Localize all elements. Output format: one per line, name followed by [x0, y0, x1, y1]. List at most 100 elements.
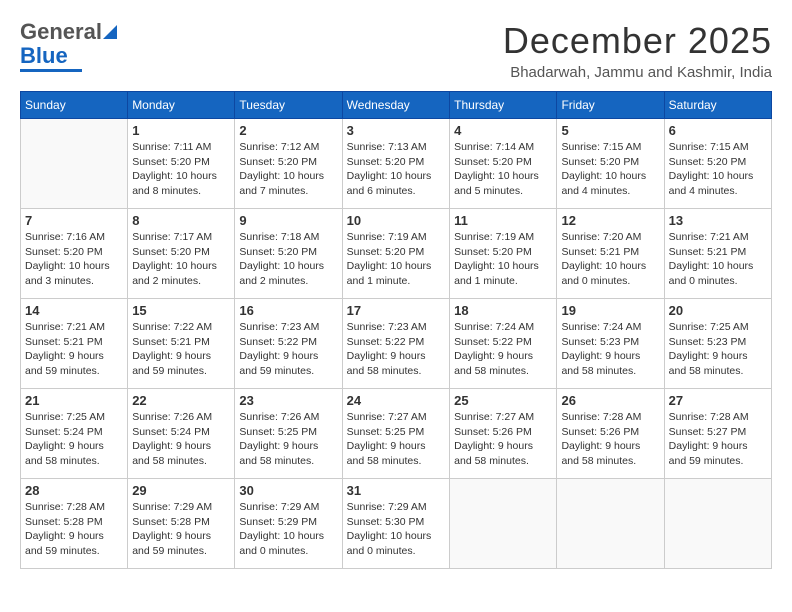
- calendar-cell: 18Sunrise: 7:24 AM Sunset: 5:22 PM Dayli…: [450, 299, 557, 389]
- day-header-friday: Friday: [557, 92, 664, 119]
- calendar-cell: 12 Sunrise: 7:20 AM Sunset: 5:21 PM Dayli…: [557, 209, 664, 299]
- calendar-cell: 19 Sunrise: 7:24 AM Sunset: 5:23 PM Dayli…: [557, 299, 664, 389]
- calendar-cell: [450, 479, 557, 569]
- day-info: Sunrise: 7:28 AM Sunset: 5:27 PM Dayligh…: [669, 410, 767, 469]
- day-info: Sunrise: 7:28 AM Sunset: 5:28 PM Dayligh…: [25, 500, 123, 559]
- day-info: Sunrise: 7:25 AM Sunset: 5:23 PM Dayligh…: [669, 320, 767, 379]
- day-number: 20: [669, 303, 767, 318]
- day-info: Sunrise: 7:19 AM Sunset: 5:20 PM Dayligh…: [347, 230, 446, 289]
- page-header: General Blue December 2025 Bhadarwah, Ja…: [20, 20, 772, 81]
- day-info: Sunrise: 7:17 AM Sunset: 5:20 PM Dayligh…: [132, 230, 230, 289]
- day-number: 15: [132, 303, 230, 318]
- day-info: Sunrise: 7:14 AM Sunset: 5:20 PM Dayligh…: [454, 140, 552, 199]
- day-info: Sunrise: 7:12 AM Sunset: 5:20 PM Dayligh…: [239, 140, 337, 199]
- day-number: 5: [561, 123, 659, 138]
- calendar-cell: 10 Sunrise: 7:19 AM Sunset: 5:20 PM Dayli…: [342, 209, 450, 299]
- day-info: Sunrise: 7:15 AM Sunset: 5:20 PM Dayligh…: [669, 140, 767, 199]
- day-header-thursday: Thursday: [450, 92, 557, 119]
- day-header-wednesday: Wednesday: [342, 92, 450, 119]
- day-number: 29: [132, 483, 230, 498]
- logo-underline: [20, 69, 82, 72]
- calendar-cell: 25 Sunrise: 7:27 AM Sunset: 5:26 PM Dayli…: [450, 389, 557, 479]
- day-number: 18: [454, 303, 552, 318]
- day-info: Sunrise: 7:18 AM Sunset: 5:20 PM Dayligh…: [239, 230, 337, 289]
- day-info: Sunrise: 7:22 AM Sunset: 5:21 PM Dayligh…: [132, 320, 230, 379]
- day-number: 28: [25, 483, 123, 498]
- calendar-cell: 29 Sunrise: 7:29 AM Sunset: 5:28 PM Dayli…: [128, 479, 235, 569]
- day-info: Sunrise: 7:21 AM Sunset: 5:21 PM Dayligh…: [669, 230, 767, 289]
- location-subtitle: Bhadarwah, Jammu and Kashmir, India: [503, 64, 772, 81]
- day-info: Sunrise: 7:23 AM Sunset: 5:22 PM Dayligh…: [239, 320, 337, 379]
- calendar-cell: 9 Sunrise: 7:18 AM Sunset: 5:20 PM Daylig…: [235, 209, 342, 299]
- calendar-cell: 23 Sunrise: 7:26 AM Sunset: 5:25 PM Dayli…: [235, 389, 342, 479]
- day-number: 12: [561, 213, 659, 228]
- calendar-cell: 5Sunrise: 7:15 AM Sunset: 5:20 PM Daylig…: [557, 119, 664, 209]
- day-number: 1: [132, 123, 230, 138]
- day-number: 26: [561, 393, 659, 408]
- day-info: Sunrise: 7:26 AM Sunset: 5:25 PM Dayligh…: [239, 410, 337, 469]
- day-number: 17: [347, 303, 446, 318]
- day-header-saturday: Saturday: [664, 92, 771, 119]
- day-number: 8: [132, 213, 230, 228]
- calendar-cell: 28 Sunrise: 7:28 AM Sunset: 5:28 PM Dayli…: [21, 479, 128, 569]
- day-info: Sunrise: 7:21 AM Sunset: 5:21 PM Dayligh…: [25, 320, 123, 379]
- day-number: 24: [347, 393, 446, 408]
- calendar-cell: 7Sunrise: 7:16 AM Sunset: 5:20 PM Daylig…: [21, 209, 128, 299]
- day-info: Sunrise: 7:13 AM Sunset: 5:20 PM Dayligh…: [347, 140, 446, 199]
- day-info: Sunrise: 7:27 AM Sunset: 5:25 PM Dayligh…: [347, 410, 446, 469]
- day-number: 19: [561, 303, 659, 318]
- calendar-cell: 11 Sunrise: 7:19 AM Sunset: 5:20 PM Dayli…: [450, 209, 557, 299]
- day-info: Sunrise: 7:29 AM Sunset: 5:29 PM Dayligh…: [239, 500, 337, 559]
- calendar-cell: [664, 479, 771, 569]
- day-number: 14: [25, 303, 123, 318]
- day-info: Sunrise: 7:29 AM Sunset: 5:30 PM Dayligh…: [347, 500, 446, 559]
- calendar-table: SundayMondayTuesdayWednesdayThursdayFrid…: [20, 91, 772, 569]
- day-number: 25: [454, 393, 552, 408]
- day-info: Sunrise: 7:19 AM Sunset: 5:20 PM Dayligh…: [454, 230, 552, 289]
- calendar-cell: 30 Sunrise: 7:29 AM Sunset: 5:29 PM Dayli…: [235, 479, 342, 569]
- calendar-cell: 4 Sunrise: 7:14 AM Sunset: 5:20 PM Daylig…: [450, 119, 557, 209]
- day-info: Sunrise: 7:24 AM Sunset: 5:23 PM Dayligh…: [561, 320, 659, 379]
- calendar-cell: 27Sunrise: 7:28 AM Sunset: 5:27 PM Dayli…: [664, 389, 771, 479]
- day-number: 16: [239, 303, 337, 318]
- day-number: 6: [669, 123, 767, 138]
- day-number: 31: [347, 483, 446, 498]
- calendar-cell: 26 Sunrise: 7:28 AM Sunset: 5:26 PM Dayli…: [557, 389, 664, 479]
- day-info: Sunrise: 7:26 AM Sunset: 5:24 PM Dayligh…: [132, 410, 230, 469]
- calendar-cell: 15 Sunrise: 7:22 AM Sunset: 5:21 PM Dayli…: [128, 299, 235, 389]
- calendar-cell: 24 Sunrise: 7:27 AM Sunset: 5:25 PM Dayli…: [342, 389, 450, 479]
- day-number: 22: [132, 393, 230, 408]
- logo: General Blue: [20, 20, 117, 72]
- logo-blue: Blue: [20, 44, 68, 68]
- calendar-cell: 13 Sunrise: 7:21 AM Sunset: 5:21 PM Dayli…: [664, 209, 771, 299]
- day-header-tuesday: Tuesday: [235, 92, 342, 119]
- day-info: Sunrise: 7:28 AM Sunset: 5:26 PM Dayligh…: [561, 410, 659, 469]
- day-info: Sunrise: 7:27 AM Sunset: 5:26 PM Dayligh…: [454, 410, 552, 469]
- logo-general: General: [20, 20, 102, 44]
- day-info: Sunrise: 7:25 AM Sunset: 5:24 PM Dayligh…: [25, 410, 123, 469]
- logo-flag-icon: [103, 25, 117, 39]
- day-info: Sunrise: 7:29 AM Sunset: 5:28 PM Dayligh…: [132, 500, 230, 559]
- calendar-cell: [21, 119, 128, 209]
- day-number: 23: [239, 393, 337, 408]
- day-number: 13: [669, 213, 767, 228]
- day-info: Sunrise: 7:20 AM Sunset: 5:21 PM Dayligh…: [561, 230, 659, 289]
- day-number: 9: [239, 213, 337, 228]
- calendar-cell: 1 Sunrise: 7:11 AM Sunset: 5:20 PM Daylig…: [128, 119, 235, 209]
- day-number: 11: [454, 213, 552, 228]
- month-title: December 2025: [503, 20, 772, 62]
- day-number: 4: [454, 123, 552, 138]
- day-number: 30: [239, 483, 337, 498]
- calendar-cell: [557, 479, 664, 569]
- day-number: 10: [347, 213, 446, 228]
- calendar-cell: 3Sunrise: 7:13 AM Sunset: 5:20 PM Daylig…: [342, 119, 450, 209]
- day-info: Sunrise: 7:11 AM Sunset: 5:20 PM Dayligh…: [132, 140, 230, 199]
- day-info: Sunrise: 7:23 AM Sunset: 5:22 PM Dayligh…: [347, 320, 446, 379]
- day-header-sunday: Sunday: [21, 92, 128, 119]
- title-block: December 2025 Bhadarwah, Jammu and Kashm…: [503, 20, 772, 81]
- calendar-cell: 21Sunrise: 7:25 AM Sunset: 5:24 PM Dayli…: [21, 389, 128, 479]
- calendar-cell: 20 Sunrise: 7:25 AM Sunset: 5:23 PM Dayli…: [664, 299, 771, 389]
- calendar-cell: 31 Sunrise: 7:29 AM Sunset: 5:30 PM Dayli…: [342, 479, 450, 569]
- calendar-cell: 14 Sunrise: 7:21 AM Sunset: 5:21 PM Dayli…: [21, 299, 128, 389]
- calendar-cell: 2Sunrise: 7:12 AM Sunset: 5:20 PM Daylig…: [235, 119, 342, 209]
